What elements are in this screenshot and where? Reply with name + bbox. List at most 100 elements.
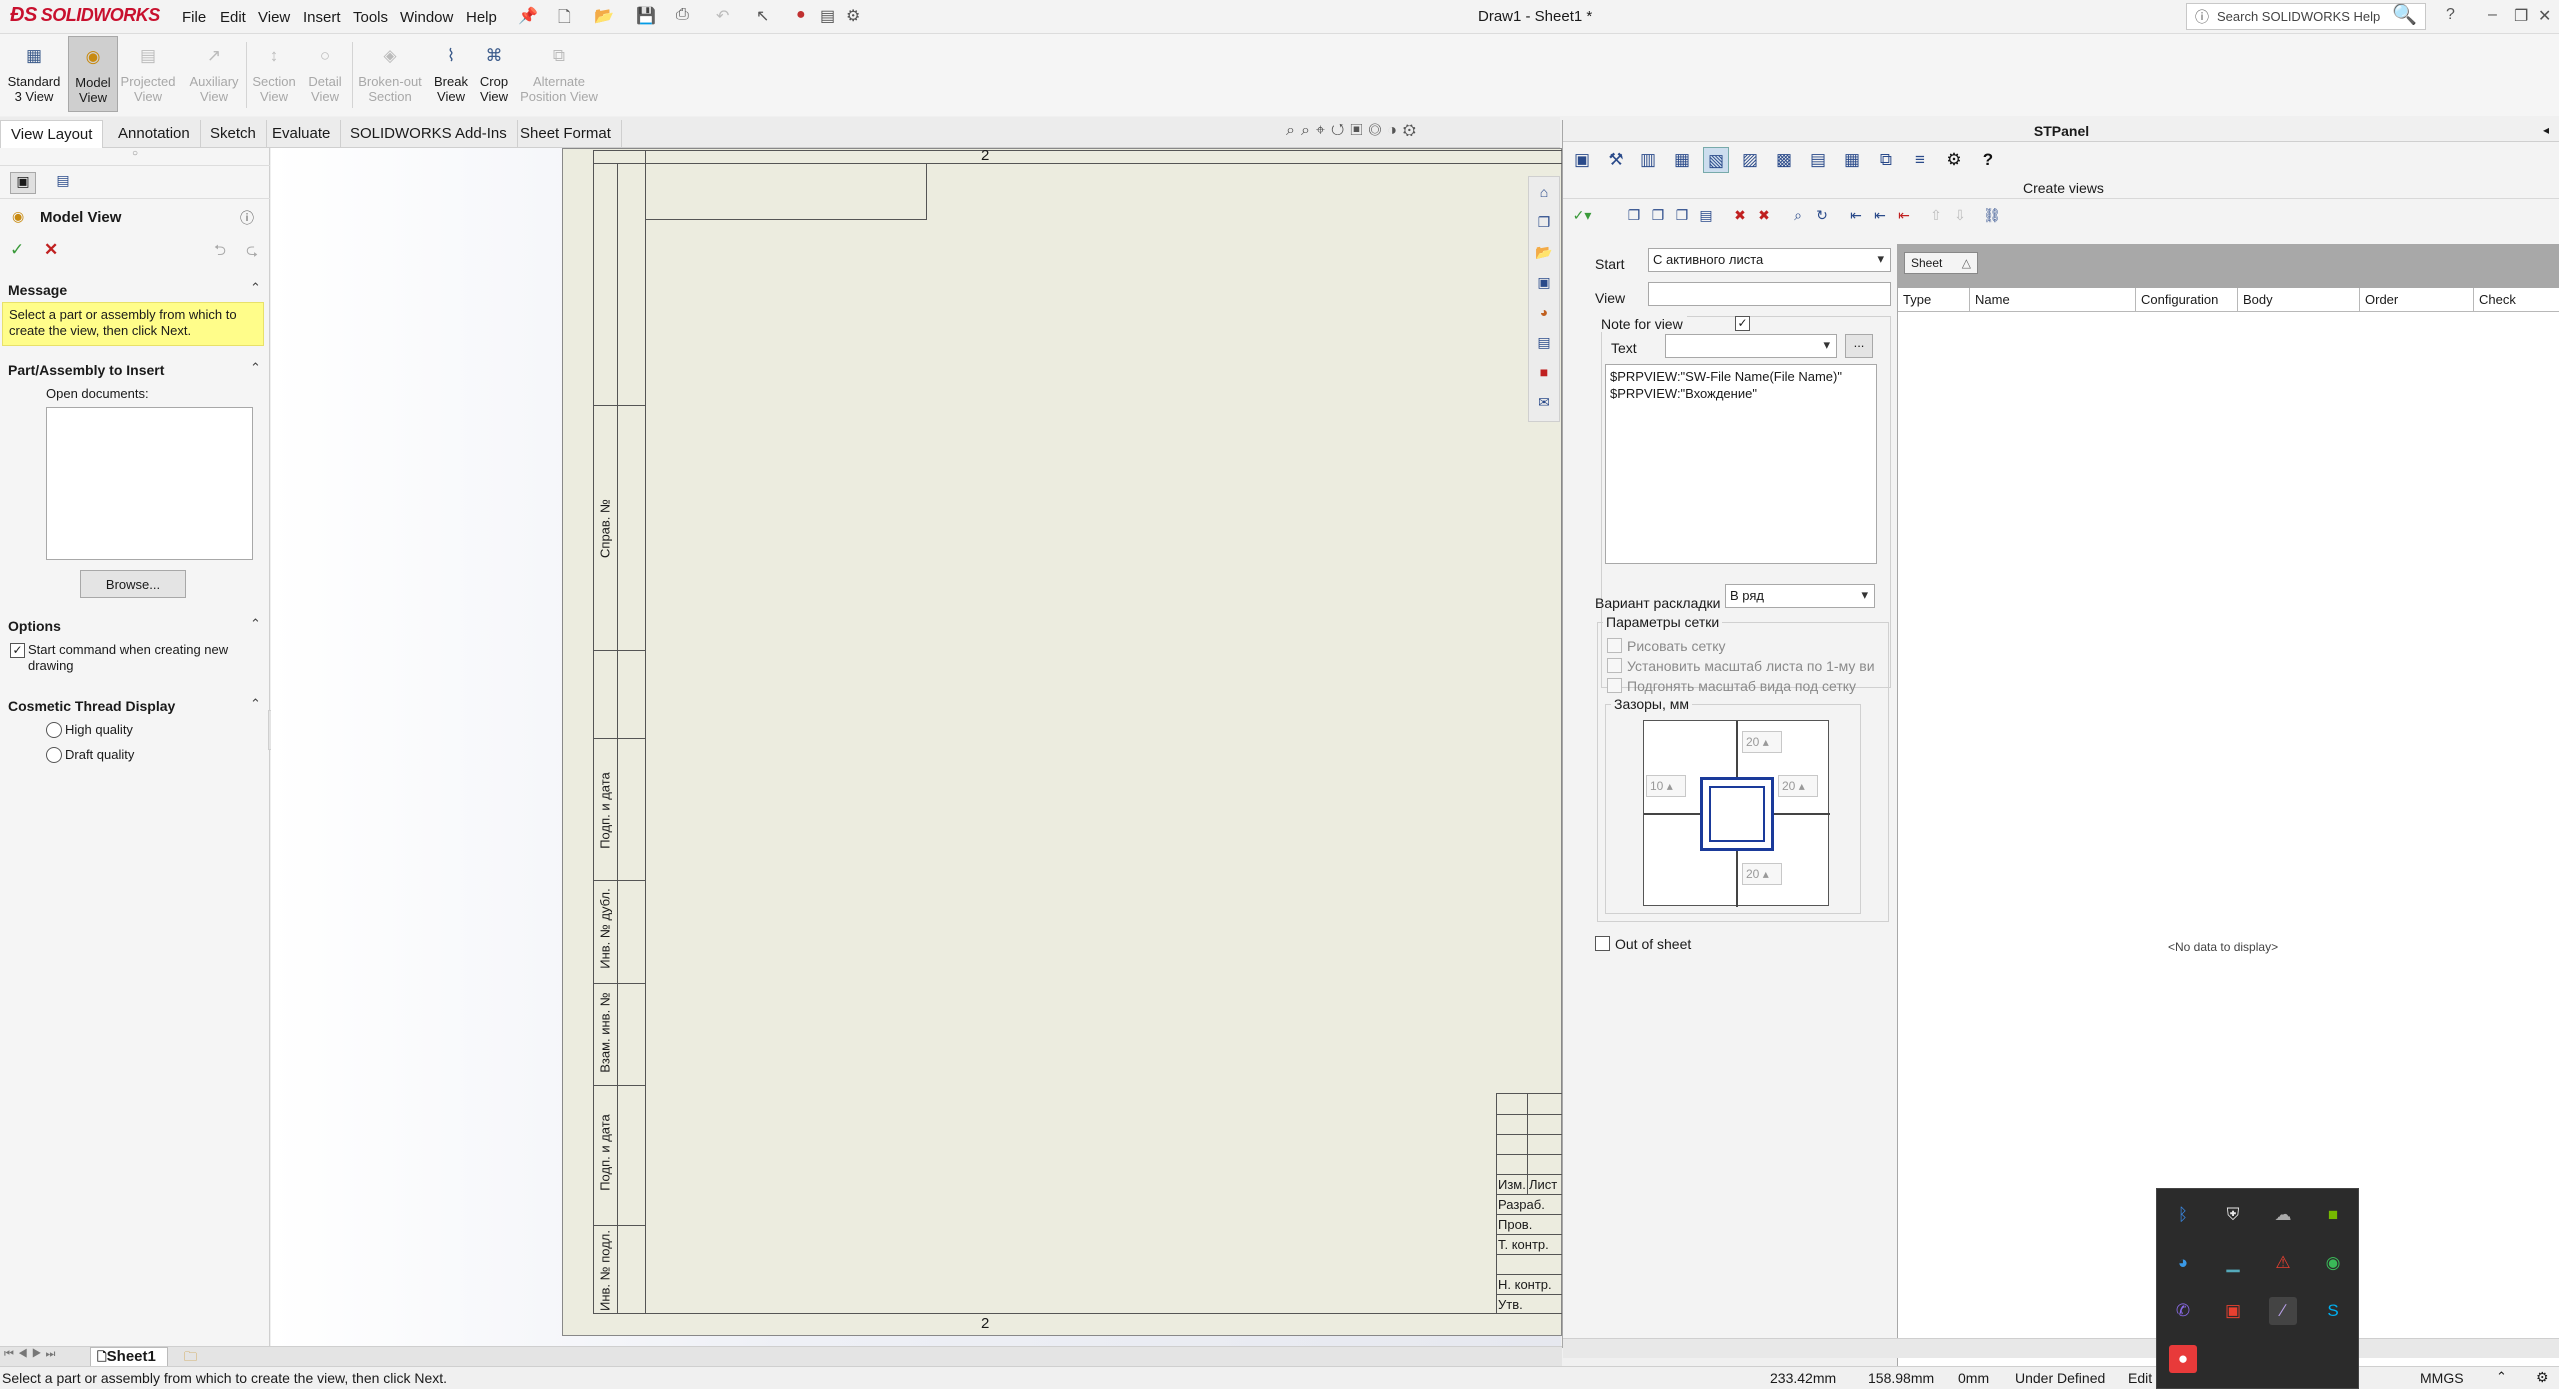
detail-view-button[interactable]: ○ Detail View: [300, 36, 350, 112]
app-tray-icon-4[interactable]: ▣: [2219, 1297, 2247, 1325]
help-icon[interactable]: ⓘ: [240, 208, 254, 228]
st-tool-8-icon[interactable]: ▤: [1805, 147, 1831, 173]
start-command-checkbox[interactable]: ✓: [10, 643, 25, 658]
st-tool-9-icon[interactable]: ▦: [1839, 147, 1865, 173]
copy-icon[interactable]: ❐: [1623, 204, 1645, 226]
apply-check-icon[interactable]: ✓▾: [1571, 204, 1593, 226]
minimize-icon[interactable]: –: [2488, 6, 2510, 28]
menu-insert[interactable]: Insert: [303, 9, 341, 26]
rebuild-icon[interactable]: ●: [796, 6, 818, 28]
st-tool-11-icon[interactable]: ≡: [1907, 147, 1933, 173]
duplicate-icon[interactable]: ❐: [1671, 204, 1693, 226]
layout-variant-dropdown[interactable]: В ряд: [1725, 584, 1875, 608]
crop-view-button[interactable]: ⌘ Crop View: [474, 36, 514, 112]
app-tray-icon-5[interactable]: ●: [2169, 1345, 2197, 1373]
gap-right-spinner[interactable]: 20 ▴: [1778, 775, 1818, 797]
note-for-view-checkbox[interactable]: ✓: [1735, 316, 1750, 331]
open-documents-list[interactable]: [46, 407, 253, 560]
sheet1-tab[interactable]: 🗋Sheet1: [90, 1347, 168, 1367]
out-of-sheet-checkbox[interactable]: [1595, 936, 1610, 951]
st-tool-4-icon[interactable]: ▦: [1669, 147, 1695, 173]
alternate-position-view-button[interactable]: ⧉ Alternate Position View: [516, 36, 602, 112]
column-type[interactable]: Type: [1898, 288, 1970, 312]
section-view-button[interactable]: ↕ Section View: [248, 36, 300, 112]
collapse-chevron-icon[interactable]: ⌃: [250, 280, 261, 296]
paste-icon[interactable]: ❐: [1647, 204, 1669, 226]
skype-icon[interactable]: S: [2319, 1297, 2347, 1325]
menu-view[interactable]: View: [258, 9, 290, 26]
remove-icon[interactable]: ⇤: [1893, 204, 1915, 226]
new-document-icon[interactable]: 🗋: [558, 6, 580, 28]
units-status[interactable]: MMGS: [2420, 1370, 2464, 1386]
menu-edit[interactable]: Edit: [220, 9, 246, 26]
column-order[interactable]: Order: [2360, 288, 2474, 312]
standard-3-view-button[interactable]: ▦ Standard 3 View: [6, 36, 62, 112]
view-palette-icon[interactable]: ▣: [1533, 271, 1555, 293]
column-configuration[interactable]: Configuration: [2136, 288, 2238, 312]
high-quality-radio[interactable]: [46, 722, 62, 738]
heads-up-view-toolbar[interactable]: ⌕⌕⌖↺▣◎◑⚙: [1286, 122, 1422, 140]
bluetooth-icon[interactable]: ᛒ: [2169, 1201, 2197, 1229]
appearances-icon[interactable]: ◕: [1533, 301, 1555, 323]
help-menu-icon[interactable]: ?: [2446, 6, 2468, 28]
tab-sheet-format[interactable]: Sheet Format: [510, 120, 622, 148]
dock-panel-icon[interactable]: ◂: [2543, 123, 2549, 137]
browse-button[interactable]: Browse...: [80, 570, 186, 598]
solidworks-resources-icon[interactable]: ■: [1533, 361, 1555, 383]
note-textarea[interactable]: $PRPVIEW:"SW-File Name(File Name)" $PRPV…: [1605, 364, 1877, 564]
home-icon[interactable]: ⌂: [1533, 181, 1555, 203]
print-icon[interactable]: ⎙: [676, 6, 698, 28]
app-tray-icon-3[interactable]: ◉: [2319, 1249, 2347, 1277]
select-cursor-icon[interactable]: ↖: [756, 6, 778, 28]
st-tool-3-icon[interactable]: ▥: [1635, 147, 1661, 173]
delete-row-icon[interactable]: ✖: [1729, 204, 1751, 226]
menu-file[interactable]: File: [182, 9, 206, 26]
back-arrow-icon[interactable]: ⮌: [214, 240, 226, 265]
move-up-icon[interactable]: ⇧: [1925, 204, 1947, 226]
warning-icon[interactable]: ⚠: [2269, 1249, 2297, 1277]
app-tray-icon-2[interactable]: ▁: [2219, 1249, 2247, 1277]
st-tool-10-icon[interactable]: ⧉: [1873, 147, 1899, 173]
column-body[interactable]: Body: [2238, 288, 2360, 312]
sheet-group-chip[interactable]: Sheet △: [1904, 252, 1978, 274]
feature-manager-tab-icon[interactable]: ▣: [10, 172, 36, 194]
menu-tools[interactable]: Tools: [353, 9, 388, 26]
restore-icon[interactable]: ❐: [2514, 6, 2536, 28]
fit-view-scale-checkbox[interactable]: [1607, 678, 1622, 693]
set-sheet-scale-checkbox[interactable]: [1607, 658, 1622, 673]
custom-properties-icon[interactable]: ▤: [1533, 331, 1555, 353]
undo-icon[interactable]: ↶: [716, 6, 738, 28]
refresh-icon[interactable]: ↻: [1811, 204, 1833, 226]
st-tool-2-icon[interactable]: ⚒: [1603, 147, 1629, 173]
pen-tray-icon[interactable]: ∕: [2269, 1297, 2297, 1325]
list-icon[interactable]: ▤: [1695, 204, 1717, 226]
forum-icon[interactable]: ✉: [1533, 391, 1555, 413]
panel-grip-icon[interactable]: ○: [132, 148, 138, 159]
auxiliary-view-button[interactable]: ↗ Auxiliary View: [186, 36, 242, 112]
file-properties-icon[interactable]: ▤: [820, 6, 842, 28]
gap-left-spinner[interactable]: 10 ▴: [1646, 775, 1686, 797]
break-view-button[interactable]: ⌇ Break View: [428, 36, 474, 112]
search-icon[interactable]: 🔍: [2392, 2, 2417, 26]
column-check[interactable]: Check: [2474, 288, 2559, 312]
text-dropdown[interactable]: [1665, 334, 1837, 358]
move-left-icon[interactable]: ⇤: [1845, 204, 1867, 226]
move-first-icon[interactable]: ⇤: [1869, 204, 1891, 226]
st-tool-6-icon[interactable]: ▨: [1737, 147, 1763, 173]
collapse-chevron-icon[interactable]: ⌃: [250, 696, 261, 712]
gap-top-spinner[interactable]: 20 ▴: [1742, 731, 1782, 753]
tab-evaluate[interactable]: Evaluate: [262, 120, 342, 148]
st-create-views-icon[interactable]: ▧: [1703, 147, 1729, 173]
collapse-chevron-icon[interactable]: ⌃: [250, 360, 261, 376]
ok-check-icon[interactable]: ✓: [10, 240, 24, 260]
collapse-chevron-icon[interactable]: ⌃: [250, 616, 261, 632]
options-gear-icon[interactable]: ⚙: [846, 6, 868, 28]
st-help-icon[interactable]: ?: [1975, 147, 2001, 173]
help-search-input[interactable]: ⓘ Search SOLIDWORKS Help: [2186, 3, 2426, 30]
customize-status-icon[interactable]: ⚙: [2536, 1369, 2549, 1386]
design-library-icon[interactable]: ❐: [1533, 211, 1555, 233]
file-explorer-icon[interactable]: 📂: [1533, 241, 1555, 263]
model-view-button[interactable]: ◉ Model View: [68, 36, 118, 112]
tab-view-layout[interactable]: View Layout: [0, 120, 104, 148]
sheet-nav-arrows[interactable]: ⏮◀▶⏭: [4, 1348, 59, 1361]
